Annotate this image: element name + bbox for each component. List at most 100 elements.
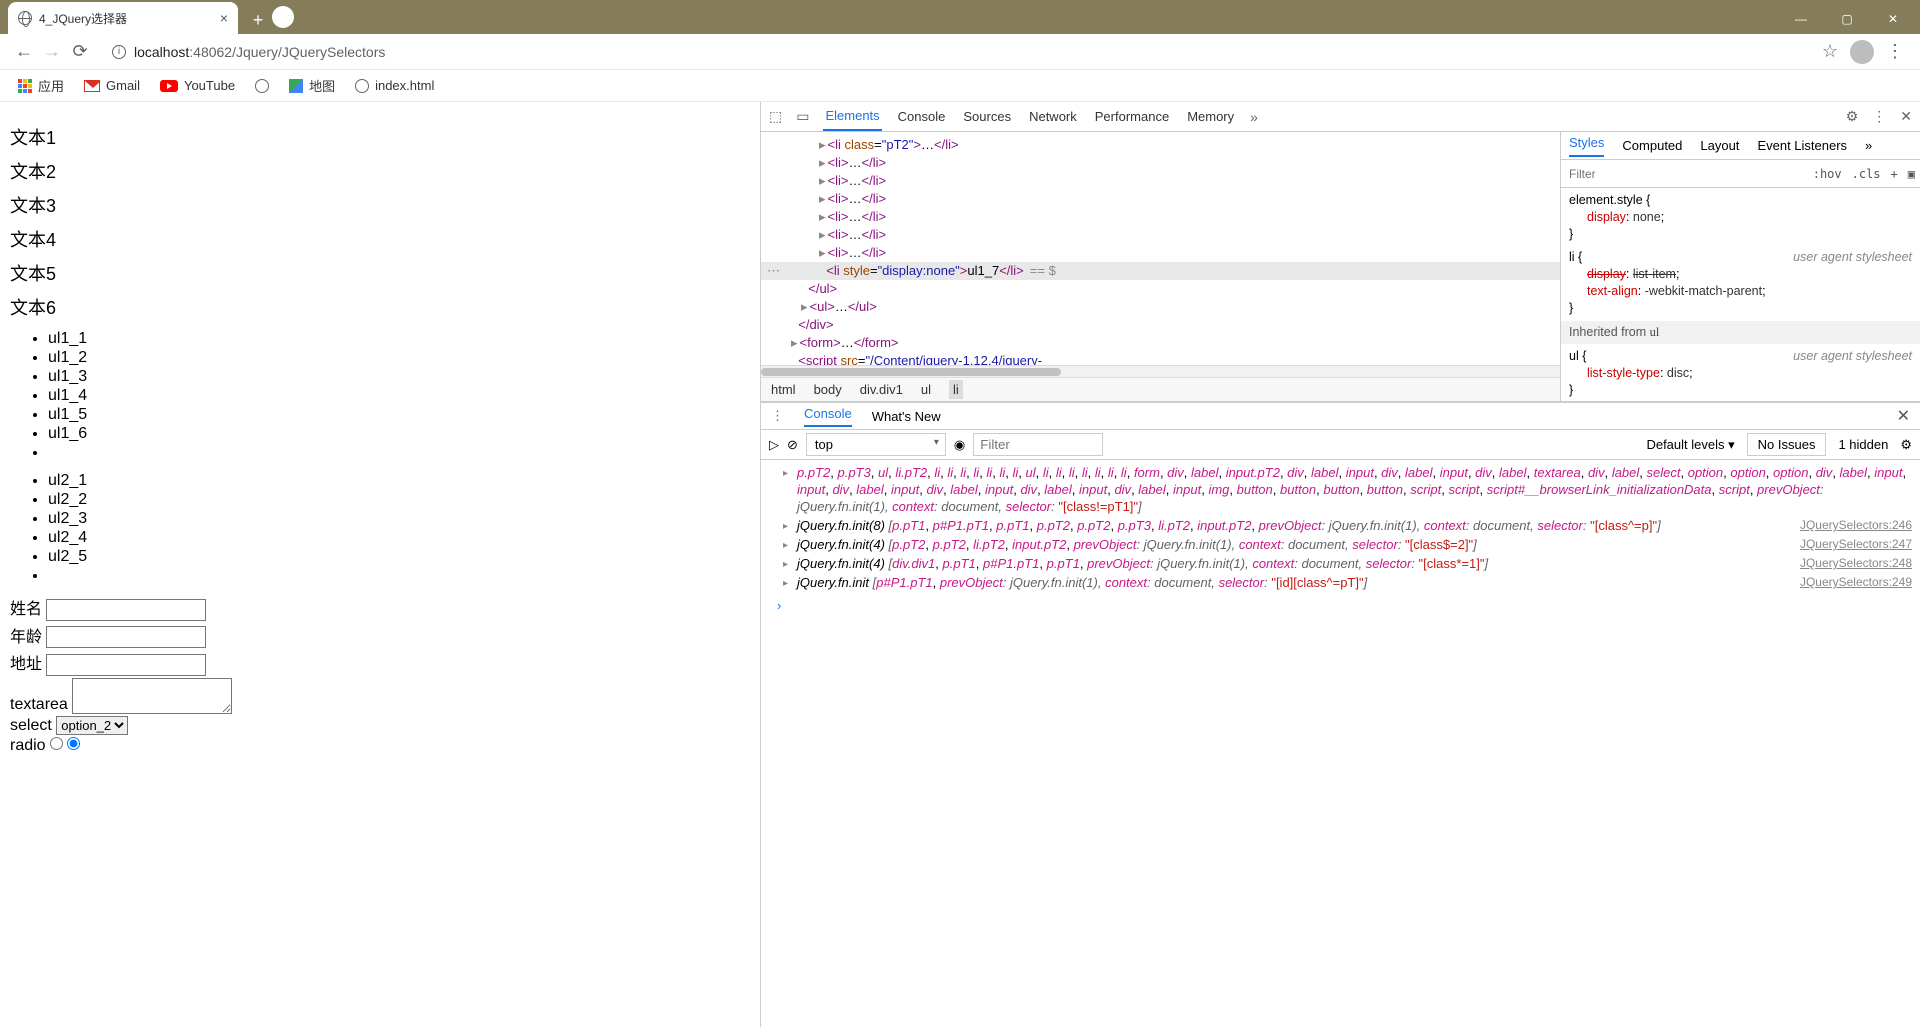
cls-button[interactable]: .cls — [1847, 167, 1886, 181]
console-prompt[interactable]: › — [769, 597, 1912, 614]
drawer-menu-icon[interactable]: ⋮ — [771, 408, 784, 424]
apps-icon — [18, 79, 32, 93]
form-row-name: 姓名 — [10, 595, 750, 621]
breadcrumb-item[interactable]: html — [771, 382, 796, 397]
bookmark-label: Gmail — [106, 78, 140, 93]
new-rule-icon[interactable]: + — [1886, 167, 1903, 181]
tab-memory[interactable]: Memory — [1185, 103, 1236, 130]
drawer-tab-whatsnew[interactable]: What's New — [872, 409, 941, 424]
bookmark-youtube[interactable]: YouTube — [152, 74, 243, 97]
list-item: ul1_5 — [48, 406, 750, 424]
new-tab-button[interactable]: + — [244, 6, 272, 34]
youtube-icon — [160, 80, 178, 92]
hov-button[interactable]: :hov — [1808, 167, 1847, 181]
site-info-icon[interactable]: i — [112, 45, 126, 59]
bookmark-blank[interactable] — [247, 75, 277, 97]
label-addr: 地址 — [10, 656, 42, 673]
bookmark-star-icon[interactable]: ☆ — [1822, 41, 1838, 62]
bookmark-index[interactable]: index.html — [347, 74, 442, 97]
console-filter-input[interactable] — [973, 433, 1103, 456]
input-addr[interactable] — [46, 654, 206, 676]
console-log: ▸ jQuery.fn.init(4) [div.div1, p.pT1, p#… — [769, 555, 1912, 572]
styles-panel: Styles Computed Layout Event Listeners »… — [1560, 132, 1920, 401]
drawer-tab-console[interactable]: Console — [804, 406, 852, 427]
devtools-close-icon[interactable]: ✕ — [1900, 108, 1912, 125]
drawer-close-icon[interactable]: ✕ — [1897, 406, 1910, 426]
console-body[interactable]: ▸ p.pT2, p.pT3, ul, li.pT2, li, li, li, … — [761, 460, 1920, 1027]
breadcrumb-item[interactable]: li — [949, 380, 963, 399]
levels-selector[interactable]: Default levels ▾ — [1646, 437, 1734, 453]
tab-console[interactable]: Console — [896, 103, 948, 130]
tab-performance[interactable]: Performance — [1093, 103, 1171, 130]
more-tabs-icon[interactable]: » — [1250, 109, 1258, 125]
tab-title: 4_JQuery选择器 — [39, 10, 127, 27]
clear-console-icon[interactable]: ⊘ — [787, 437, 798, 453]
label-radio: radio — [10, 737, 46, 754]
profile-avatar-icon[interactable] — [1850, 40, 1874, 64]
styletab-styles[interactable]: Styles — [1569, 135, 1604, 157]
url-input[interactable]: i localhost:48062/Jquery/JQuerySelectors — [102, 38, 1808, 66]
input-select[interactable]: option_2 — [56, 716, 128, 735]
list-item: ul1_1 — [48, 330, 750, 348]
bookmark-maps[interactable]: 地图 — [281, 72, 343, 99]
bookmark-apps[interactable]: 应用 — [10, 72, 72, 99]
input-textarea[interactable] — [72, 678, 232, 714]
rule-selector: element.style { — [1569, 192, 1912, 209]
input-name[interactable] — [46, 599, 206, 621]
box-model-icon[interactable]: ▣ — [1903, 167, 1920, 181]
issues-button[interactable]: No Issues — [1747, 433, 1827, 456]
globe-icon — [18, 11, 32, 25]
back-button[interactable]: ← — [10, 38, 38, 66]
execute-icon[interactable]: ▷ — [769, 437, 779, 453]
breadcrumb-item[interactable]: body — [814, 382, 842, 397]
breadcrumb-item[interactable]: ul — [921, 382, 931, 397]
tab-elements[interactable]: Elements — [823, 102, 881, 131]
more-tabs-icon[interactable]: » — [1865, 138, 1872, 153]
settings-gear-icon[interactable]: ⚙ — [1846, 108, 1859, 125]
elements-hscrollbar[interactable] — [761, 365, 1560, 377]
styles-filter-input[interactable] — [1561, 167, 1808, 181]
reload-button[interactable]: ⟳ — [66, 38, 94, 66]
tab-sources[interactable]: Sources — [961, 103, 1013, 130]
context-selector[interactable]: top — [806, 433, 946, 456]
close-window-button[interactable]: ✕ — [1870, 4, 1916, 34]
styles-body[interactable]: element.style { display: none; } user ag… — [1561, 188, 1920, 401]
radio-1[interactable] — [50, 737, 63, 750]
minimize-button[interactable]: — — [1778, 4, 1824, 34]
styletab-listeners[interactable]: Event Listeners — [1757, 138, 1847, 153]
profile-badge-icon[interactable] — [272, 6, 294, 28]
inspect-icon[interactable]: ⬚ — [769, 108, 782, 125]
bookmark-gmail[interactable]: Gmail — [76, 74, 148, 97]
gmail-icon — [84, 80, 100, 92]
console-toolbar: ▷ ⊘ top ◉ Default levels ▾ No Issues 1 h… — [761, 430, 1920, 460]
list-item: ul2_1 — [48, 472, 750, 490]
tab-strip: 4_JQuery选择器 × + — [0, 2, 272, 34]
breadcrumb-item[interactable]: div.div1 — [860, 382, 903, 397]
radio-2[interactable] — [67, 737, 80, 750]
label-name: 姓名 — [10, 601, 42, 618]
styletab-layout[interactable]: Layout — [1700, 138, 1739, 153]
bookmark-label: 地图 — [309, 76, 335, 95]
page-viewport: 文本1 文本2 文本3 文本4 文本5 文本6 ul1_1 ul1_2 ul1_… — [0, 102, 760, 1027]
input-age[interactable] — [46, 626, 206, 648]
text-paragraph: 文本1 — [10, 124, 750, 150]
bookmark-label: index.html — [375, 78, 434, 93]
maximize-button[interactable]: ▢ — [1824, 4, 1870, 34]
devtools-menu-icon[interactable]: ⋮ — [1872, 108, 1886, 125]
list-item: ul2_5 — [48, 548, 750, 566]
tab-network[interactable]: Network — [1027, 103, 1079, 130]
console-settings-icon[interactable]: ⚙ — [1900, 437, 1912, 453]
browser-tab[interactable]: 4_JQuery选择器 × — [8, 2, 238, 34]
device-toggle-icon[interactable]: ▭ — [796, 108, 809, 125]
list-item: ul2_2 — [48, 491, 750, 509]
styles-tabs: Styles Computed Layout Event Listeners » — [1561, 132, 1920, 160]
chrome-menu-icon[interactable]: ⋮ — [1886, 41, 1904, 62]
list-item: ul1_2 — [48, 349, 750, 367]
tab-close-icon[interactable]: × — [220, 10, 228, 26]
elements-tree[interactable]: ▸<li class="pT2">…</li> ▸<li>…</li> ▸<li… — [761, 132, 1560, 365]
styletab-computed[interactable]: Computed — [1622, 138, 1682, 153]
eye-icon[interactable]: ◉ — [954, 437, 965, 453]
list-item — [48, 444, 750, 462]
forward-button[interactable]: → — [38, 38, 66, 66]
text-paragraph: 文本5 — [10, 260, 750, 286]
